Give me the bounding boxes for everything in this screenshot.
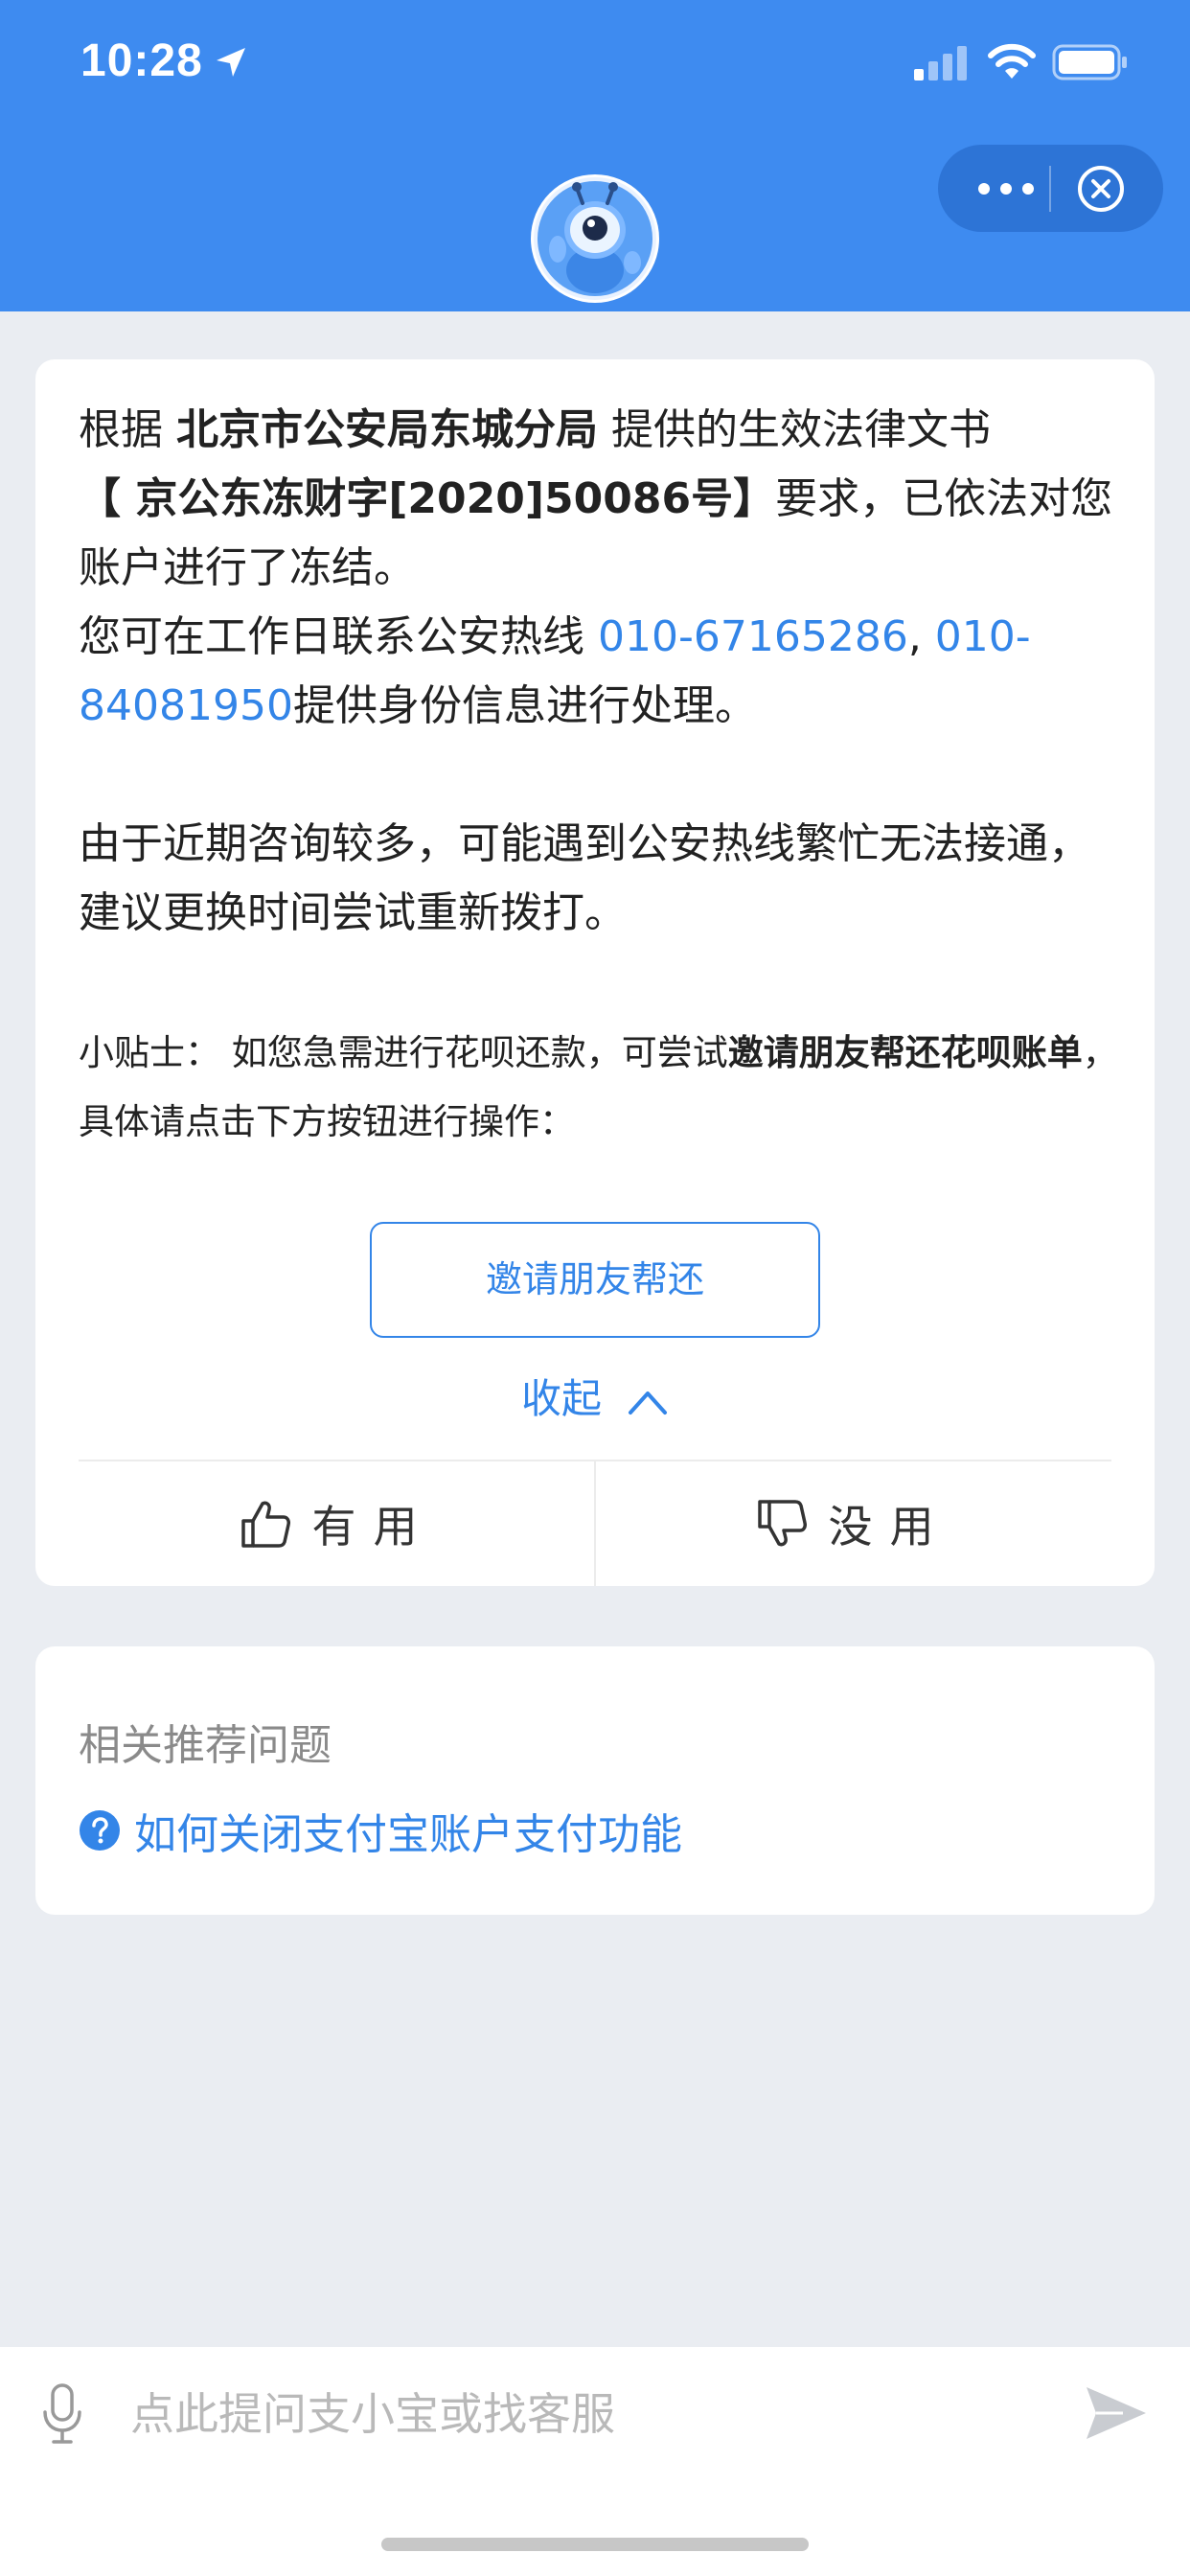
cellular-signal-icon <box>914 46 967 80</box>
close-icon[interactable] <box>1076 164 1126 214</box>
related-question-item[interactable]: 如何关闭支付宝账户支付功能 <box>79 1802 682 1859</box>
microphone-icon[interactable] <box>40 2383 84 2445</box>
thumbs-down-icon <box>757 1500 807 1547</box>
message-text: 根据 <box>79 405 176 454</box>
tip-text: 小贴士： 如您急需进行花呗还款，可尝试邀请朋友帮还花呗账单，具体请点击下方按钮进… <box>79 1019 1133 1157</box>
issuing-authority: 北京市公安局东城分局 <box>176 405 598 454</box>
header-bar: 10:28 <box>0 0 1190 311</box>
robot-mascot-icon <box>534 177 656 300</box>
collapse-label: 收起 <box>520 1375 602 1422</box>
location-arrow-icon <box>217 48 245 77</box>
hotline-text: 您可在工作日联系公安热线 <box>79 612 598 661</box>
phone-separator: , <box>907 612 935 661</box>
question-icon <box>80 1810 120 1851</box>
battery-icon <box>1052 44 1127 80</box>
wifi-icon <box>988 43 1036 79</box>
answer-paragraph-2: 您可在工作日联系公安热线 010-67165286, 010-84081950提… <box>79 603 1123 741</box>
related-questions-card: 相关推荐问题 如何关闭支付宝账户支付功能 <box>35 1646 1155 1915</box>
hotline-tail-text: 提供身份信息进行处理。 <box>292 681 757 730</box>
question-input[interactable]: 点此提问支小宝或找客服 <box>130 2385 993 2443</box>
answer-paragraph-3: 由于近期咨询较多，可能遇到公安热线繁忙无法接通，建议更换时间尝试重新拨打。 <box>79 819 1090 937</box>
related-question-label: 如何关闭支付宝账户支付功能 <box>134 1810 682 1859</box>
answer-message: 根据 北京市公安局东城分局 提供的生效法律文书【 京公东冻财字[2020]500… <box>79 396 1123 948</box>
useful-button[interactable]: 有用 <box>79 1461 595 1586</box>
chevron-up-icon <box>629 1391 667 1414</box>
tip-highlight: 邀请朋友帮还花呗账单 <box>727 1032 1083 1073</box>
assistant-avatar <box>531 174 659 303</box>
phone-link-1[interactable]: 010-67165286 <box>598 612 908 661</box>
invite-friend-button[interactable]: 邀请朋友帮还 <box>370 1222 820 1338</box>
send-icon[interactable] <box>1085 2383 1148 2443</box>
collapse-toggle[interactable]: 收起 <box>35 1366 1155 1433</box>
status-time: 10:28 <box>80 35 203 86</box>
answer-card: 根据 北京市公安局东城分局 提供的生效法律文书【 京公东冻财字[2020]500… <box>35 359 1155 1586</box>
capsule-divider <box>1049 166 1051 212</box>
useless-button[interactable]: 没用 <box>595 1461 1111 1586</box>
useful-label: 有用 <box>311 1501 435 1552</box>
related-title: 相关推荐问题 <box>79 1721 332 1770</box>
tip-prefix: 小贴士： 如您急需进行花呗还款，可尝试 <box>79 1032 728 1073</box>
answer-paragraph-1: 根据 北京市公安局东城分局 提供的生效法律文书【 京公东冻财字[2020]500… <box>79 396 1123 603</box>
message-text: 提供的生效法律文书 <box>598 405 991 454</box>
useless-label: 没用 <box>828 1501 951 1552</box>
thumbs-up-icon <box>240 1501 290 1548</box>
mini-program-capsule <box>938 145 1163 232</box>
home-indicator <box>381 2538 809 2551</box>
document-number: 【 京公东冻财字[2020]50086号】 <box>79 474 776 523</box>
status-bar: 10:28 <box>0 0 1190 134</box>
more-icon[interactable] <box>973 172 1040 206</box>
